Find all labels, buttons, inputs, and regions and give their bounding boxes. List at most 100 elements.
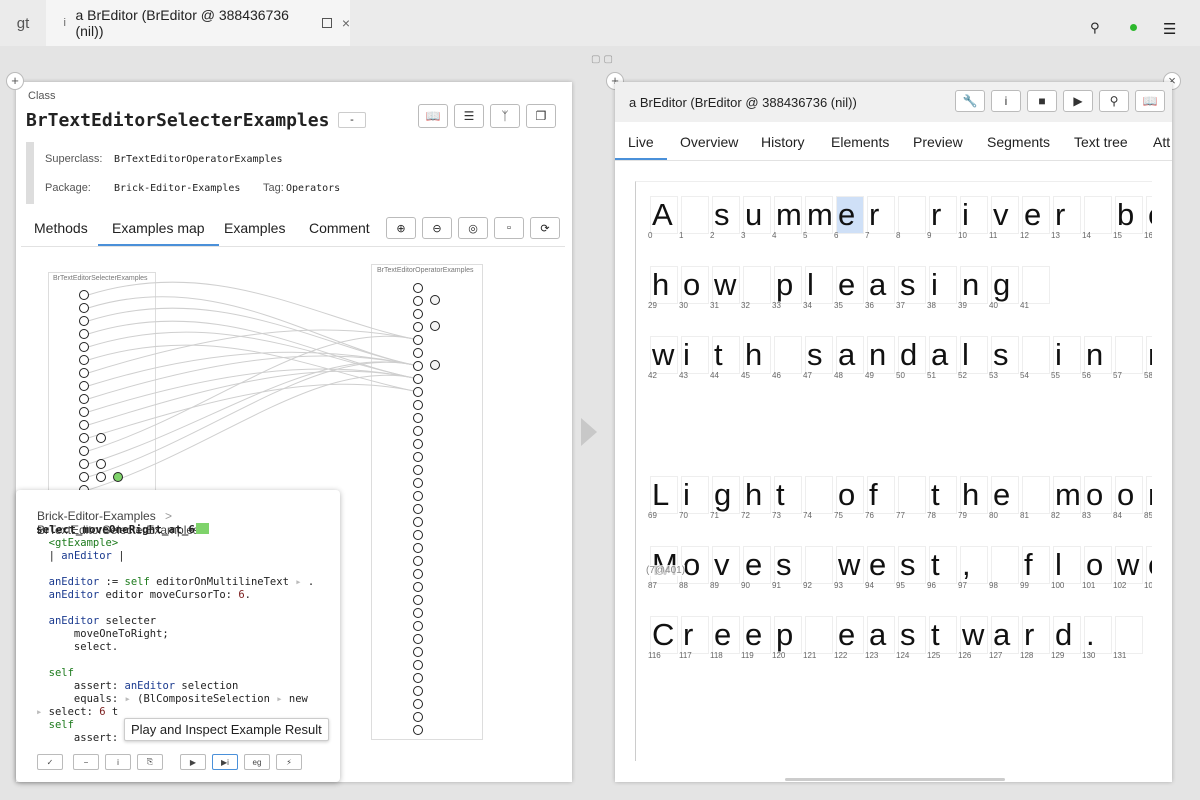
tab-overview[interactable]: Overview bbox=[680, 124, 738, 160]
example-node[interactable] bbox=[413, 361, 423, 371]
example-node[interactable] bbox=[413, 686, 423, 696]
glyph: r bbox=[1055, 197, 1066, 232]
tab-attributes[interactable]: Att bbox=[1153, 124, 1170, 160]
example-node[interactable] bbox=[413, 621, 423, 631]
close-tab-icon[interactable]: × bbox=[342, 15, 350, 31]
glyph: r bbox=[683, 617, 694, 652]
example-node[interactable] bbox=[413, 647, 423, 657]
play-icon[interactable]: ▶ bbox=[1063, 90, 1093, 112]
example-node[interactable] bbox=[413, 413, 423, 423]
example-node[interactable] bbox=[413, 478, 423, 488]
example-node[interactable] bbox=[413, 348, 423, 358]
example-node[interactable] bbox=[413, 517, 423, 527]
tab-live[interactable]: Live bbox=[615, 124, 667, 160]
example-node[interactable] bbox=[79, 381, 89, 391]
live-editor[interactable]: A0 1s2u3m4m5e6r7 8r9i10v11e12r13 14b15e1… bbox=[635, 181, 1152, 761]
example-node[interactable] bbox=[96, 433, 106, 443]
search-icon[interactable]: ⚲ bbox=[1090, 20, 1100, 36]
horizontal-scrollbar[interactable] bbox=[785, 778, 1005, 781]
example-node[interactable] bbox=[413, 569, 423, 579]
glyph-cell bbox=[774, 336, 802, 374]
example-node[interactable] bbox=[413, 335, 423, 345]
example-node[interactable] bbox=[79, 355, 89, 365]
example-node[interactable] bbox=[79, 329, 89, 339]
example-node[interactable] bbox=[413, 283, 423, 293]
example-node[interactable] bbox=[430, 295, 440, 305]
gt-logo-tab[interactable]: gt bbox=[0, 0, 46, 46]
cancel-button[interactable]: − bbox=[73, 754, 99, 770]
example-node[interactable] bbox=[413, 595, 423, 605]
play-button[interactable]: ▶ bbox=[180, 754, 206, 770]
wrench-icon[interactable]: 🔧 bbox=[955, 90, 985, 112]
example-node[interactable] bbox=[413, 426, 423, 436]
inspect-button[interactable]: i bbox=[105, 754, 131, 770]
book-icon[interactable]: 📖 bbox=[1135, 90, 1165, 112]
accept-button[interactable]: ✓ bbox=[37, 754, 63, 770]
example-node[interactable] bbox=[96, 459, 106, 469]
glyph: e bbox=[714, 617, 732, 652]
glyph: s bbox=[807, 337, 823, 372]
example-status-indicator bbox=[195, 523, 209, 534]
editor-tab[interactable]: i a BrEditor (BrEditor @ 388436736 (nil)… bbox=[46, 0, 350, 46]
breadcrumb-package[interactable]: Brick-Editor-Examples bbox=[37, 509, 156, 523]
example-node[interactable] bbox=[413, 491, 423, 501]
tab-history[interactable]: History bbox=[761, 124, 805, 160]
example-node[interactable] bbox=[413, 439, 423, 449]
example-node[interactable] bbox=[413, 673, 423, 683]
example-node[interactable] bbox=[79, 433, 89, 443]
example-node[interactable] bbox=[413, 530, 423, 540]
example-node[interactable] bbox=[79, 316, 89, 326]
add-left-icon[interactable]: + bbox=[6, 72, 24, 90]
stop-icon[interactable]: ■ bbox=[1027, 90, 1057, 112]
example-node[interactable] bbox=[413, 712, 423, 722]
tab-preview[interactable]: Preview bbox=[913, 124, 963, 160]
example-node[interactable] bbox=[413, 452, 423, 462]
tab-elements[interactable]: Elements bbox=[831, 124, 889, 160]
example-node[interactable] bbox=[430, 321, 440, 331]
example-node[interactable] bbox=[413, 387, 423, 397]
example-node[interactable] bbox=[79, 459, 89, 469]
example-node[interactable] bbox=[413, 296, 423, 306]
maximize-icon[interactable] bbox=[322, 18, 332, 28]
example-node[interactable] bbox=[79, 420, 89, 430]
code-line: moveOneToRight; bbox=[36, 628, 169, 640]
example-popup: Brick-Editor-Examples > BrTextEditorSele… bbox=[16, 490, 340, 782]
example-node[interactable] bbox=[413, 699, 423, 709]
example-node[interactable] bbox=[430, 360, 440, 370]
play-inspect-button[interactable]: ▶i bbox=[212, 754, 238, 770]
glyph: m bbox=[807, 197, 833, 232]
example-node[interactable] bbox=[79, 290, 89, 300]
pane-arrow-icon[interactable] bbox=[581, 418, 597, 446]
example-node[interactable] bbox=[413, 634, 423, 644]
menu-icon[interactable]: ☰ bbox=[1163, 20, 1176, 38]
example-node[interactable] bbox=[413, 322, 423, 332]
example-node[interactable] bbox=[413, 556, 423, 566]
example-node[interactable] bbox=[79, 342, 89, 352]
tab-segments[interactable]: Segments bbox=[987, 124, 1050, 160]
example-node[interactable] bbox=[79, 394, 89, 404]
example-button[interactable]: eg bbox=[244, 754, 270, 770]
example-node[interactable] bbox=[79, 446, 89, 456]
example-node[interactable] bbox=[413, 725, 423, 735]
example-node[interactable] bbox=[413, 465, 423, 475]
example-node[interactable] bbox=[79, 368, 89, 378]
example-node[interactable] bbox=[79, 472, 89, 482]
debug-button[interactable]: ⚡ bbox=[276, 754, 302, 770]
example-node[interactable] bbox=[413, 608, 423, 618]
clipboard-button[interactable]: ⎘ bbox=[137, 754, 163, 770]
example-node[interactable] bbox=[413, 400, 423, 410]
example-node[interactable] bbox=[413, 309, 423, 319]
pager-dots-icon[interactable]: ▢▢ bbox=[591, 54, 616, 65]
example-node[interactable] bbox=[79, 303, 89, 313]
example-node[interactable] bbox=[413, 543, 423, 553]
example-node[interactable] bbox=[413, 374, 423, 384]
search-icon[interactable]: ⚲ bbox=[1099, 90, 1129, 112]
info-icon[interactable]: i bbox=[991, 90, 1021, 112]
tab-text-tree[interactable]: Text tree bbox=[1074, 124, 1128, 160]
example-node[interactable] bbox=[79, 407, 89, 417]
example-node[interactable] bbox=[413, 660, 423, 670]
example-node[interactable] bbox=[413, 582, 423, 592]
example-node-selected[interactable] bbox=[113, 472, 123, 482]
example-node[interactable] bbox=[413, 504, 423, 514]
example-node[interactable] bbox=[96, 472, 106, 482]
